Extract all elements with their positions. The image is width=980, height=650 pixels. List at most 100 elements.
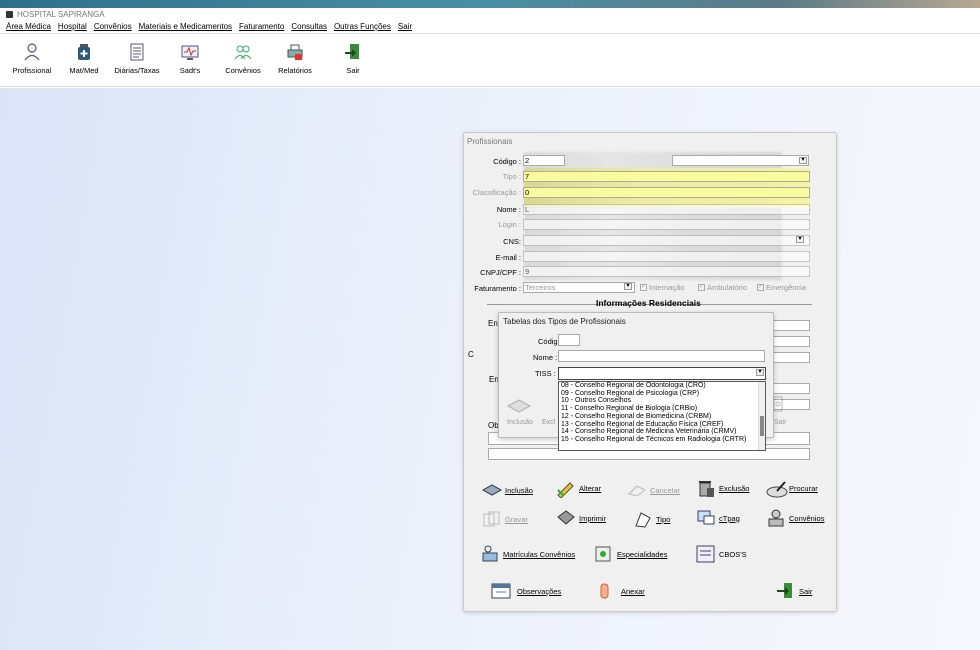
toolbar-profissional-button[interactable]: Profissional bbox=[7, 43, 57, 75]
chevron-down-icon: ▾ bbox=[624, 283, 632, 290]
cancel-icon bbox=[627, 482, 647, 498]
menu-faturamento[interactable]: Faturamento bbox=[239, 22, 284, 31]
tiss-select[interactable]: ▾ bbox=[558, 367, 766, 380]
menu-outras-funcoes[interactable]: Outras Funções bbox=[334, 22, 391, 31]
tipo-button[interactable]: Tipo bbox=[633, 510, 670, 528]
menu-sair[interactable]: Sair bbox=[398, 22, 412, 31]
printer-icon bbox=[286, 43, 304, 61]
tipo-label: Tipo : bbox=[502, 172, 521, 181]
classificacao-field[interactable]: 0 bbox=[523, 187, 810, 198]
imprimir-button[interactable]: Imprimir bbox=[556, 509, 606, 527]
list-scrollbar[interactable] bbox=[758, 382, 765, 450]
gravar-button[interactable]: Gravar bbox=[482, 510, 528, 528]
ctpag-button[interactable]: cTpag bbox=[696, 509, 740, 527]
list-item[interactable]: 15 - Conselho Regional de Técnicos em Ra… bbox=[561, 436, 765, 444]
tiss-dropdown-list[interactable]: 08 - Conselho Regional de Odontologia (C… bbox=[558, 381, 766, 451]
matriculas-button[interactable]: Matrículas Convênios bbox=[480, 545, 575, 563]
email-label: E-mail : bbox=[495, 253, 521, 262]
tipos-sair-icon bbox=[770, 395, 786, 415]
codigo-label: Código : bbox=[493, 157, 521, 166]
emergencia-checkbox[interactable]: ✓ Emergência bbox=[757, 283, 806, 292]
inclusao-icon bbox=[481, 482, 503, 498]
profissionais-title: Profissionais bbox=[467, 137, 513, 146]
toolbar-sair-button[interactable]: Sair bbox=[328, 43, 378, 75]
tipos-nome-input[interactable] bbox=[558, 350, 765, 362]
toolbar-sadts-button[interactable]: Sadt's bbox=[165, 43, 215, 75]
menu-bar: Área Médica Hospital Convênios Materiais… bbox=[0, 20, 980, 34]
tipo-icon bbox=[633, 510, 653, 528]
title-bar: HOSPITAL SAPIRANGA bbox=[0, 8, 980, 20]
tipos-dialog-title: Tabelas dos Tipos de Profissionais bbox=[503, 317, 626, 326]
toolbar-matmed-button[interactable]: Mat/Med bbox=[59, 43, 109, 75]
hidden-field-1[interactable] bbox=[773, 320, 810, 331]
list-item[interactable]: 14 - Conselho Regional de Medicina Veter… bbox=[561, 428, 765, 436]
nome-field[interactable]: L bbox=[523, 204, 810, 215]
chevron-down-icon: ▾ bbox=[796, 236, 804, 243]
toolbar-relatorios-button[interactable]: Relatórios bbox=[270, 43, 320, 75]
procurar-button[interactable]: Procurar bbox=[766, 480, 818, 498]
tipos-sair-button[interactable]: Sair bbox=[774, 419, 786, 426]
list-item[interactable]: 08 - Conselho Regional de Odontologia (C… bbox=[561, 382, 765, 390]
cnpj-label: CNPJ/CPF : bbox=[480, 268, 521, 277]
chevron-down-icon: ▾ bbox=[799, 157, 807, 164]
cbos-button[interactable]: CBOS'S bbox=[696, 545, 747, 563]
tipos-codigo-input[interactable] bbox=[558, 334, 580, 346]
app-icon bbox=[6, 10, 13, 18]
exclusao-button[interactable]: Exclusão bbox=[696, 478, 749, 498]
hidden-field-4[interactable] bbox=[773, 383, 810, 394]
cancelar-button[interactable]: Cancelar bbox=[627, 482, 680, 498]
observacoes-button[interactable]: Observações bbox=[490, 582, 561, 600]
check-icon: ✓ bbox=[757, 284, 764, 291]
search-icon bbox=[766, 480, 788, 498]
hidden-field-3[interactable] bbox=[773, 352, 810, 363]
c-label-partial: C bbox=[468, 350, 474, 359]
tipos-exclusao-button[interactable]: Excl bbox=[542, 419, 555, 426]
menu-consultas[interactable]: Consultas bbox=[291, 22, 327, 31]
internacao-checkbox[interactable]: ✓ Internação bbox=[640, 283, 684, 292]
cbo-icon bbox=[696, 545, 716, 563]
inclusao-button[interactable]: Inclusão bbox=[481, 482, 533, 498]
especialidades-button[interactable]: Especialidades bbox=[594, 545, 667, 563]
tipos-nome-label: Nome : bbox=[533, 353, 558, 362]
section-title: Informações Residenciais bbox=[596, 298, 701, 308]
printer-icon bbox=[556, 509, 576, 527]
codigo-field[interactable]: 2 bbox=[523, 155, 565, 166]
anexar-button[interactable]: Anexar bbox=[598, 582, 645, 600]
menu-materiais[interactable]: Materiais e Medicamentos bbox=[139, 22, 232, 31]
toolbar-convenios-button[interactable]: Convênios bbox=[218, 43, 268, 75]
toolbar-diarias-button[interactable]: Diárias/Taxas bbox=[112, 43, 162, 75]
save-icon bbox=[482, 510, 502, 528]
ambulatorio-checkbox[interactable]: ✓ Ambulatório bbox=[698, 283, 747, 292]
group-icon bbox=[234, 43, 252, 61]
email-field[interactable] bbox=[523, 251, 810, 262]
alterar-button[interactable]: Alterar bbox=[556, 480, 601, 499]
menu-hospital[interactable]: Hospital bbox=[58, 22, 87, 31]
list-item[interactable]: 09 - Conselho Regional de Psicologia (CR… bbox=[561, 390, 765, 398]
menu-area-medica[interactable]: Área Médica bbox=[6, 22, 51, 31]
scrollbar-thumb[interactable] bbox=[760, 416, 764, 436]
window-title: HOSPITAL SAPIRANGA bbox=[17, 9, 105, 19]
tipos-inclusao-button[interactable]: Inclusão bbox=[507, 419, 533, 426]
sair-button[interactable]: Sair bbox=[776, 582, 812, 600]
cns-field[interactable] bbox=[523, 235, 810, 246]
hidden-field-2[interactable] bbox=[773, 336, 810, 347]
list-item[interactable]: 12 - Conselho Regional de Biomedicina (C… bbox=[561, 413, 765, 421]
tipos-inclusao-icon bbox=[506, 395, 532, 415]
list-item[interactable]: 11 - Conselho Regional de Biologia (CRBi… bbox=[561, 405, 765, 413]
cns-label: CNS: bbox=[503, 237, 521, 246]
cnpj-field[interactable]: 9 bbox=[523, 266, 810, 277]
especialidades-icon bbox=[594, 545, 614, 563]
document-icon bbox=[128, 43, 146, 61]
login-field[interactable] bbox=[523, 219, 810, 230]
convenios-button[interactable]: Convênios bbox=[766, 509, 824, 527]
check-icon: ✓ bbox=[698, 284, 705, 291]
list-item[interactable]: 10 - Outros Conselhos bbox=[561, 397, 765, 405]
faturamento-select[interactable]: Terceiros bbox=[523, 282, 635, 293]
tipo-field[interactable]: 7 bbox=[523, 171, 810, 182]
menu-convenios[interactable]: Convênios bbox=[94, 22, 132, 31]
person-icon bbox=[766, 509, 786, 527]
nome-label: Nome : bbox=[496, 205, 521, 214]
list-item[interactable]: 13 - Conselho Regional de Educação Físic… bbox=[561, 421, 765, 429]
codigo-extra-dropdown[interactable]: ▾ bbox=[672, 155, 809, 166]
monitor-icon bbox=[181, 43, 199, 61]
